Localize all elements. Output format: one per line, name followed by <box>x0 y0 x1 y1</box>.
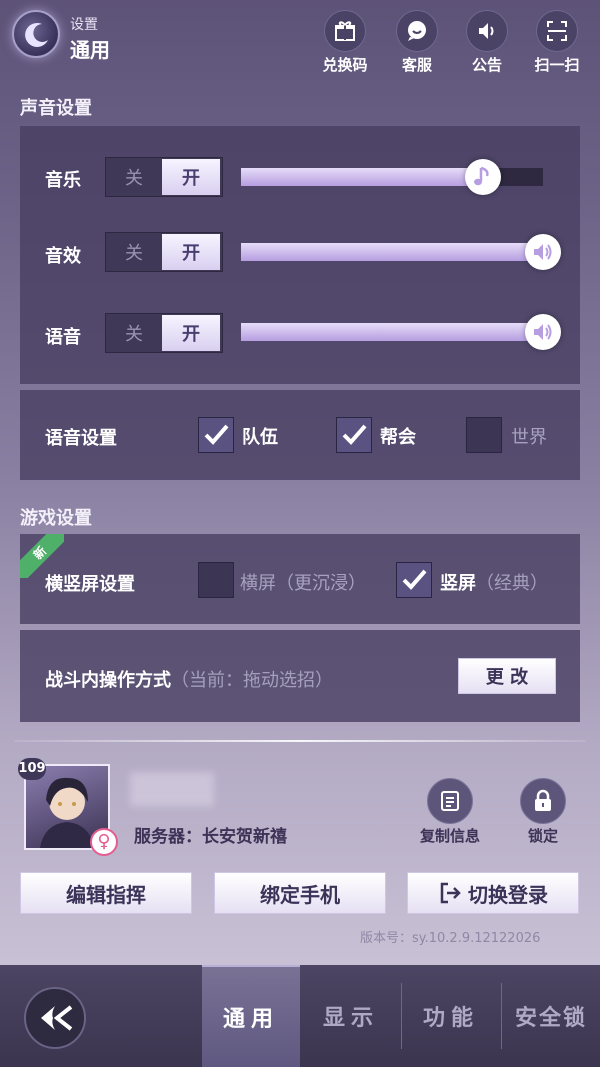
music-label: 音乐 <box>45 170 81 191</box>
bottom-tab-bar: 通用 显示 功能 安全锁 <box>0 965 600 1067</box>
voice-toggle-off[interactable]: 关 <box>106 314 162 352</box>
music-toggle[interactable]: 关 开 <box>105 157 223 197</box>
sfx-label: 音效 <box>45 246 81 267</box>
tab-general[interactable]: 通用 <box>202 965 300 1067</box>
change-combat-mode-button[interactable]: 更 改 <box>458 658 556 694</box>
announcement-label: 公告 <box>471 56 502 74</box>
lock-icon <box>520 778 566 824</box>
header-bar: 设置 通用 兑换码 客服 公告 扫一扫 <box>0 0 600 80</box>
lock-button[interactable]: 锁定 <box>503 778 583 846</box>
server-name: 服务器：长安贺新禧 <box>134 827 287 847</box>
voice-label: 语音 <box>45 327 81 348</box>
team-voice-label: 队伍 <box>242 427 278 448</box>
music-note-icon[interactable] <box>465 159 501 195</box>
player-name-blurred <box>130 772 214 806</box>
redeem-code-button[interactable]: 兑换码 <box>315 10 375 75</box>
copy-info-icon <box>427 778 473 824</box>
scan-label: 扫一扫 <box>534 56 580 74</box>
sfx-slider[interactable] <box>241 234 561 270</box>
voice-slider[interactable] <box>241 314 561 350</box>
female-gender-icon: ♀ <box>90 828 118 856</box>
voice-channel-panel: 语音设置 队伍 帮会 世界 <box>20 390 580 480</box>
player-level-badge: 109 <box>18 758 46 780</box>
music-toggle-off[interactable]: 关 <box>106 158 162 196</box>
music-slider[interactable] <box>241 159 543 195</box>
switch-login-label: 切换登录 <box>468 882 548 907</box>
logout-icon <box>440 882 461 904</box>
back-button[interactable] <box>24 987 86 1049</box>
volume-icon[interactable] <box>525 314 561 350</box>
chat-icon <box>396 10 438 52</box>
page-title: 通用 <box>70 38 110 62</box>
moon-logo-icon <box>12 10 60 58</box>
portrait-option-label: 竖屏（经典） <box>440 573 548 594</box>
announcement-button[interactable]: 公告 <box>457 10 517 75</box>
voice-settings-label: 语音设置 <box>45 428 117 449</box>
tab-features[interactable]: 功能 <box>402 965 500 1067</box>
copy-info-label: 复制信息 <box>419 827 480 845</box>
world-voice-label: 世界 <box>511 427 547 448</box>
landscape-checkbox[interactable] <box>198 562 234 598</box>
orientation-panel: 横竖屏设置 横屏（更沉浸） 竖屏（经典） <box>20 534 580 624</box>
copy-info-button[interactable]: 复制信息 <box>410 778 490 846</box>
lock-label: 锁定 <box>527 827 558 845</box>
guild-voice-label: 帮会 <box>380 427 416 448</box>
voice-slider-fill <box>241 323 543 341</box>
music-slider-fill <box>241 168 483 186</box>
customer-service-button[interactable]: 客服 <box>387 10 447 75</box>
switch-login-button[interactable]: 切换登录 <box>407 872 579 914</box>
section-divider <box>14 740 586 742</box>
team-voice-checkbox[interactable] <box>198 417 234 453</box>
sfx-toggle-off[interactable]: 关 <box>106 233 162 271</box>
checkmark-icon <box>402 569 427 590</box>
voice-toggle-on[interactable]: 开 <box>162 315 220 351</box>
speaker-icon <box>466 10 508 52</box>
redeem-code-label: 兑换码 <box>322 56 368 74</box>
game-section-title: 游戏设置 <box>20 508 92 529</box>
new-badge: 新 <box>20 534 64 578</box>
sfx-slider-fill <box>241 243 543 261</box>
guild-voice-checkbox[interactable] <box>336 417 372 453</box>
scan-icon <box>536 10 578 52</box>
sfx-toggle[interactable]: 关 开 <box>105 232 223 272</box>
volume-icon[interactable] <box>525 234 561 270</box>
sound-section-title: 声音设置 <box>20 98 92 119</box>
combat-panel: 战斗内操作方式（当前：拖动选招） 更 改 <box>20 630 580 722</box>
voice-toggle[interactable]: 关 开 <box>105 313 223 353</box>
customer-service-label: 客服 <box>401 56 432 74</box>
version-text: 版本号：sy.10.2.9.12122026 <box>360 931 541 946</box>
music-toggle-on[interactable]: 开 <box>162 159 220 195</box>
checkmark-icon <box>204 424 229 445</box>
checkmark-icon <box>342 424 367 445</box>
scan-button[interactable]: 扫一扫 <box>527 10 587 75</box>
landscape-option-label: 横屏（更沉浸） <box>240 573 366 594</box>
sfx-toggle-on[interactable]: 开 <box>162 234 220 270</box>
back-arrow-icon <box>41 1005 73 1031</box>
combat-mode-label: 战斗内操作方式（当前：拖动选招） <box>45 670 333 691</box>
tab-security-lock[interactable]: 安全锁 <box>502 965 600 1067</box>
gift-icon <box>324 10 366 52</box>
edit-commander-button[interactable]: 编辑指挥 <box>20 872 192 914</box>
tab-display[interactable]: 显示 <box>302 965 400 1067</box>
world-voice-checkbox[interactable] <box>466 417 502 453</box>
bind-phone-button[interactable]: 绑定手机 <box>214 872 386 914</box>
portrait-checkbox[interactable] <box>396 562 432 598</box>
sound-panel: 音乐 关 开 音效 关 开 语音 关 开 <box>20 126 580 384</box>
breadcrumb-parent: 设置 <box>70 17 98 33</box>
